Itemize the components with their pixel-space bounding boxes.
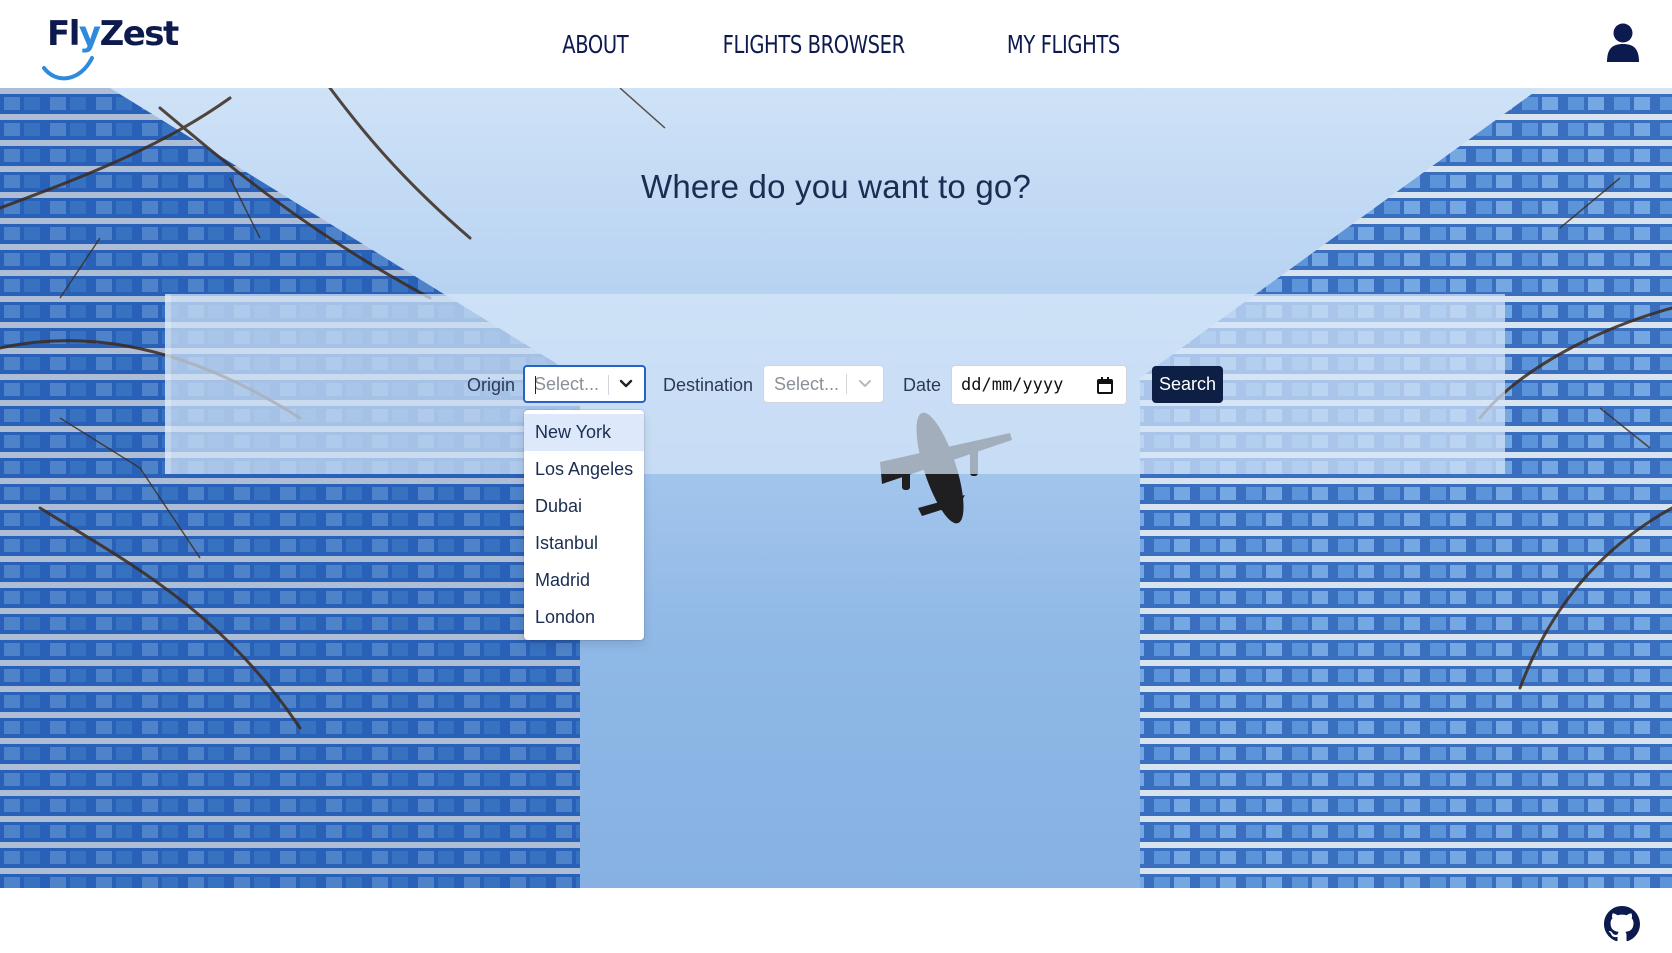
dropdown-option-dubai[interactable]: Dubai: [524, 488, 644, 525]
date-value: dd/mm/yyyy: [961, 375, 1064, 395]
dropdown-option-istanbul[interactable]: Istanbul: [524, 525, 644, 562]
chevron-down-icon[interactable]: [609, 367, 643, 401]
main-nav-list: ABOUT FLIGHTS BROWSER MY FLIGHTS: [537, 22, 1136, 68]
text-caret: [535, 376, 536, 394]
user-icon[interactable]: [1604, 22, 1642, 62]
top-header: FlyZest ABOUT FLIGHTS BROWSER MY FLIGHTS: [0, 0, 1672, 88]
destination-placeholder: Select...: [774, 374, 840, 394]
search-button[interactable]: Search: [1152, 366, 1223, 403]
dropdown-option-los-angeles[interactable]: Los Angeles: [524, 451, 644, 488]
chevron-down-icon[interactable]: [848, 366, 882, 402]
city-sky-background-image: [0, 88, 1672, 888]
date-input[interactable]: dd/mm/yyyy: [951, 365, 1127, 405]
footer: [0, 888, 1672, 953]
flight-search-form: Origin Select... Destination Select... D…: [0, 365, 1672, 405]
origin-select[interactable]: Select...: [523, 365, 646, 403]
origin-placeholder: Select...: [534, 374, 600, 394]
dropdown-option-madrid[interactable]: Madrid: [524, 562, 644, 599]
destination-separator: [846, 374, 847, 394]
destination-label: Destination: [663, 375, 754, 395]
nav-about[interactable]: ABOUT: [562, 22, 628, 68]
hero-title: Where do you want to go?: [640, 168, 1032, 205]
github-icon[interactable]: [1604, 906, 1640, 942]
origin-label: Origin: [467, 375, 516, 395]
calendar-icon[interactable]: [1097, 377, 1113, 394]
origin-dropdown-menu: New York Los Angeles Dubai Istanbul Madr…: [524, 410, 644, 640]
main-nav: ABOUT FLIGHTS BROWSER MY FLIGHTS: [0, 22, 1672, 68]
nav-my-flights[interactable]: MY FLIGHTS: [1007, 22, 1120, 68]
dropdown-option-new-york[interactable]: New York: [524, 414, 644, 451]
hero-section: Where do you want to go? Origin Select..…: [0, 88, 1672, 888]
destination-select[interactable]: Select...: [763, 365, 884, 403]
date-label: Date: [903, 375, 942, 395]
dropdown-option-london[interactable]: London: [524, 599, 644, 636]
nav-flights-browser[interactable]: FLIGHTS BROWSER: [723, 22, 905, 68]
